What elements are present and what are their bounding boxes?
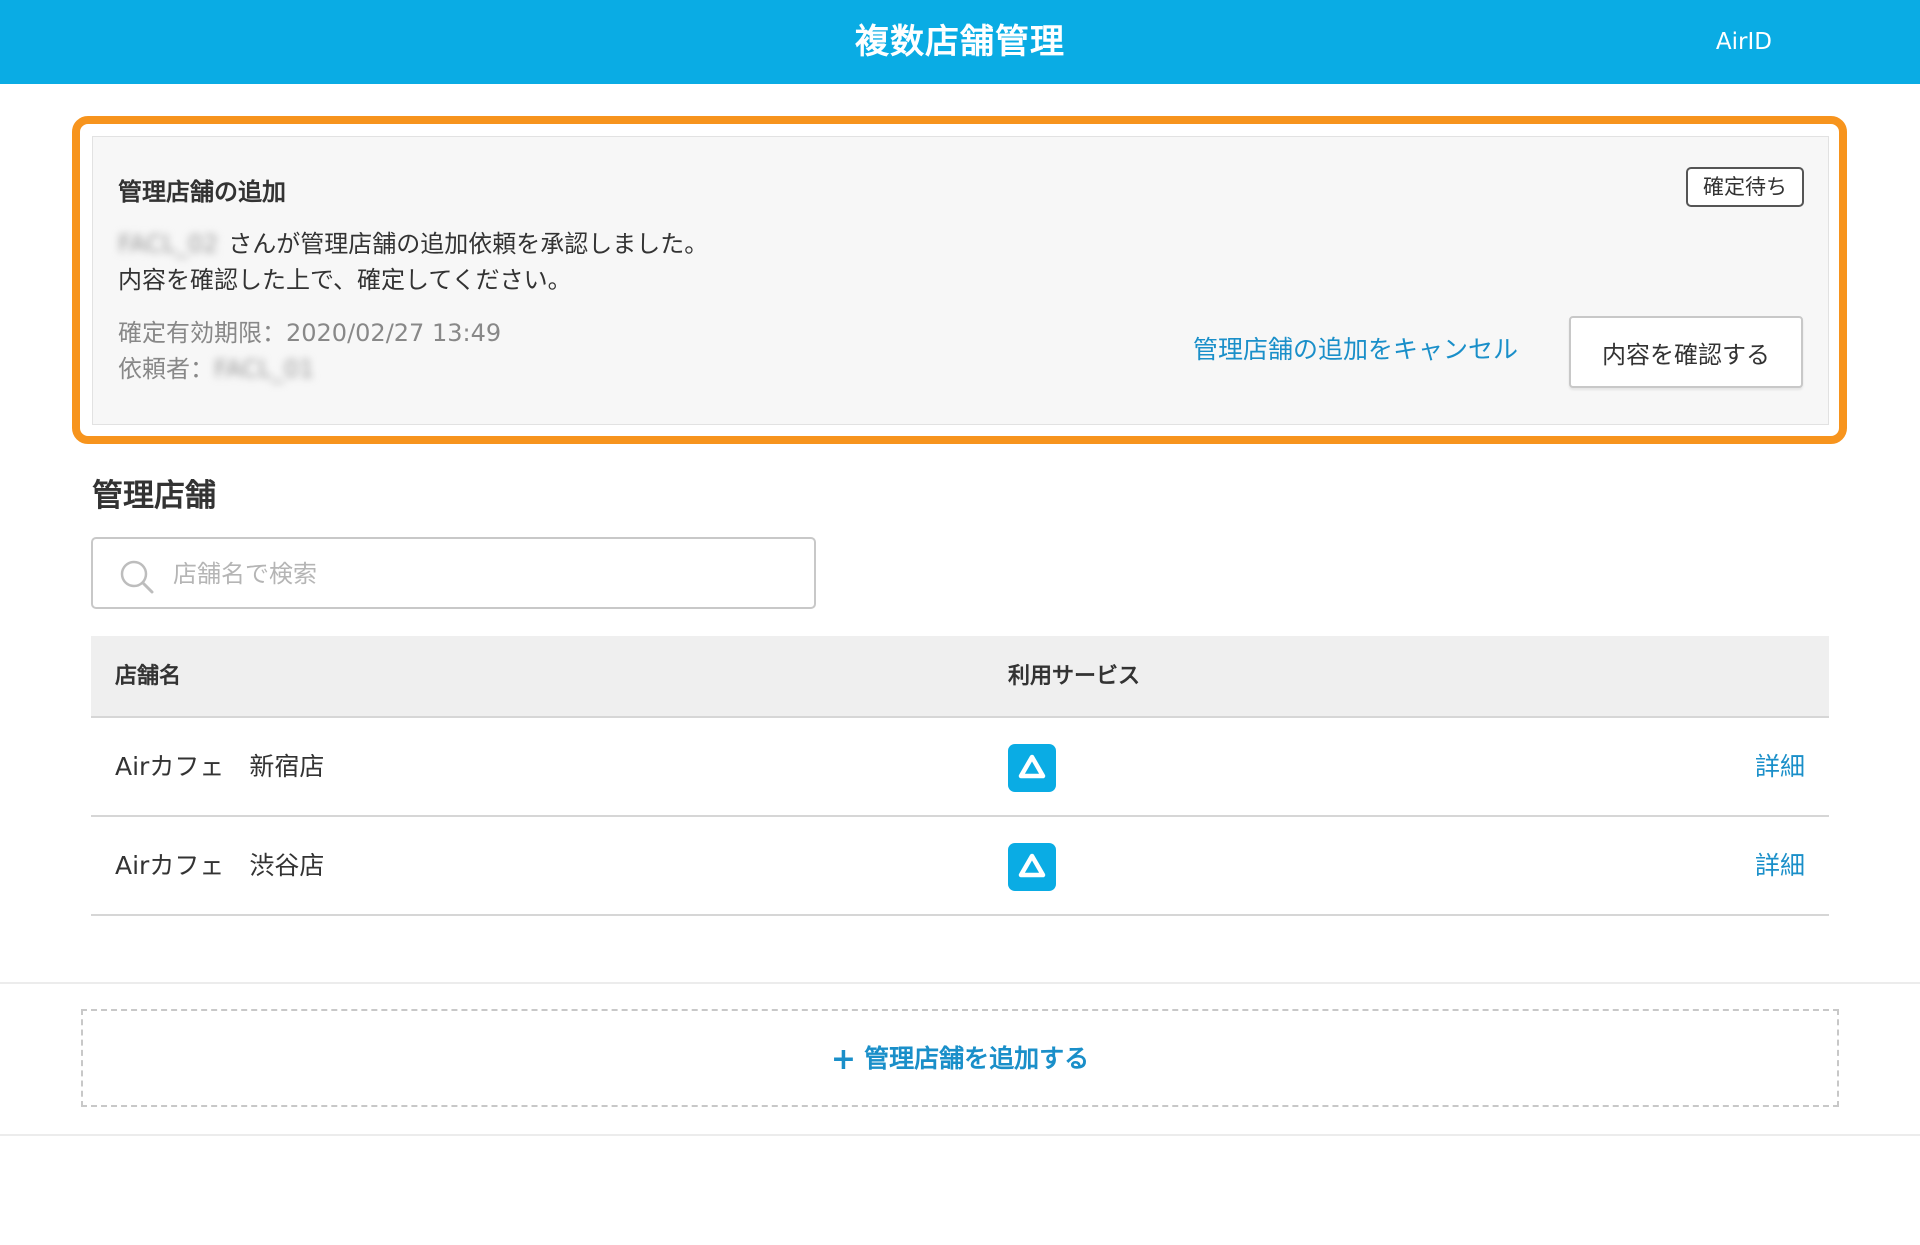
requester-shop-blurred: FACL_02 [118, 230, 219, 258]
air-service-icon [1008, 744, 1056, 792]
plus-icon: + [830, 1042, 857, 1077]
search-icon [119, 559, 155, 595]
notice-title: 管理店舗の追加 [118, 178, 286, 206]
expiry-label: 確定有効期限： [118, 319, 286, 347]
notice-message-line1: さんが管理店舗の追加依頼を承認しました。 [228, 230, 709, 258]
app-header: 複数店舗管理 AirID [0, 0, 1920, 84]
section-title-managed-stores: 管理店舗 [92, 478, 216, 514]
notice-message: FACL_02 さんが管理店舗の追加依頼を承認しました。 内容を確認した上で、確定… [118, 226, 708, 298]
store-name: Airカフェ 新宿店 [115, 752, 325, 781]
add-store-button[interactable]: + 管理店舗を追加する [81, 1009, 1839, 1107]
column-header-services: 利用サービス [1008, 664, 1141, 689]
search-box [91, 537, 816, 609]
page-title: 複数店舗管理 [855, 22, 1065, 62]
requester-label: 依頼者： [118, 355, 214, 383]
table-row: Airカフェ 渋谷店 詳細 [91, 817, 1829, 916]
air-service-icon [1008, 843, 1056, 891]
table-header: 店舗名 利用サービス [91, 636, 1829, 718]
expiry-value: 2020/02/27 13:49 [286, 319, 502, 347]
store-search-input[interactable] [171, 547, 791, 601]
store-detail-link[interactable]: 詳細 [1755, 718, 1805, 815]
table-row: Airカフェ 新宿店 詳細 [91, 718, 1829, 817]
store-name: Airカフェ 渋谷店 [115, 851, 325, 880]
cancel-add-store-link[interactable]: 管理店舗の追加をキャンセル [1193, 330, 1518, 366]
confirm-details-button[interactable]: 内容を確認する [1569, 316, 1803, 388]
notice-meta: 確定有効期限：2020/02/27 13:49 依頼者：FACL_01 [118, 315, 501, 387]
status-badge: 確定待ち [1686, 167, 1804, 207]
add-store-label: 管理店舗を追加する [864, 1044, 1090, 1073]
store-detail-link[interactable]: 詳細 [1755, 817, 1805, 914]
notice-message-line2: 内容を確認した上で、確定してください。 [118, 266, 572, 294]
column-header-store-name: 店舗名 [115, 664, 182, 689]
stores-table: 店舗名 利用サービス Airカフェ 新宿店 詳細 Airカフェ 渋谷店 詳細 [91, 636, 1829, 916]
airid-account-link[interactable]: AirID [1716, 0, 1772, 84]
requester-value-blurred: FACL_01 [214, 355, 315, 383]
